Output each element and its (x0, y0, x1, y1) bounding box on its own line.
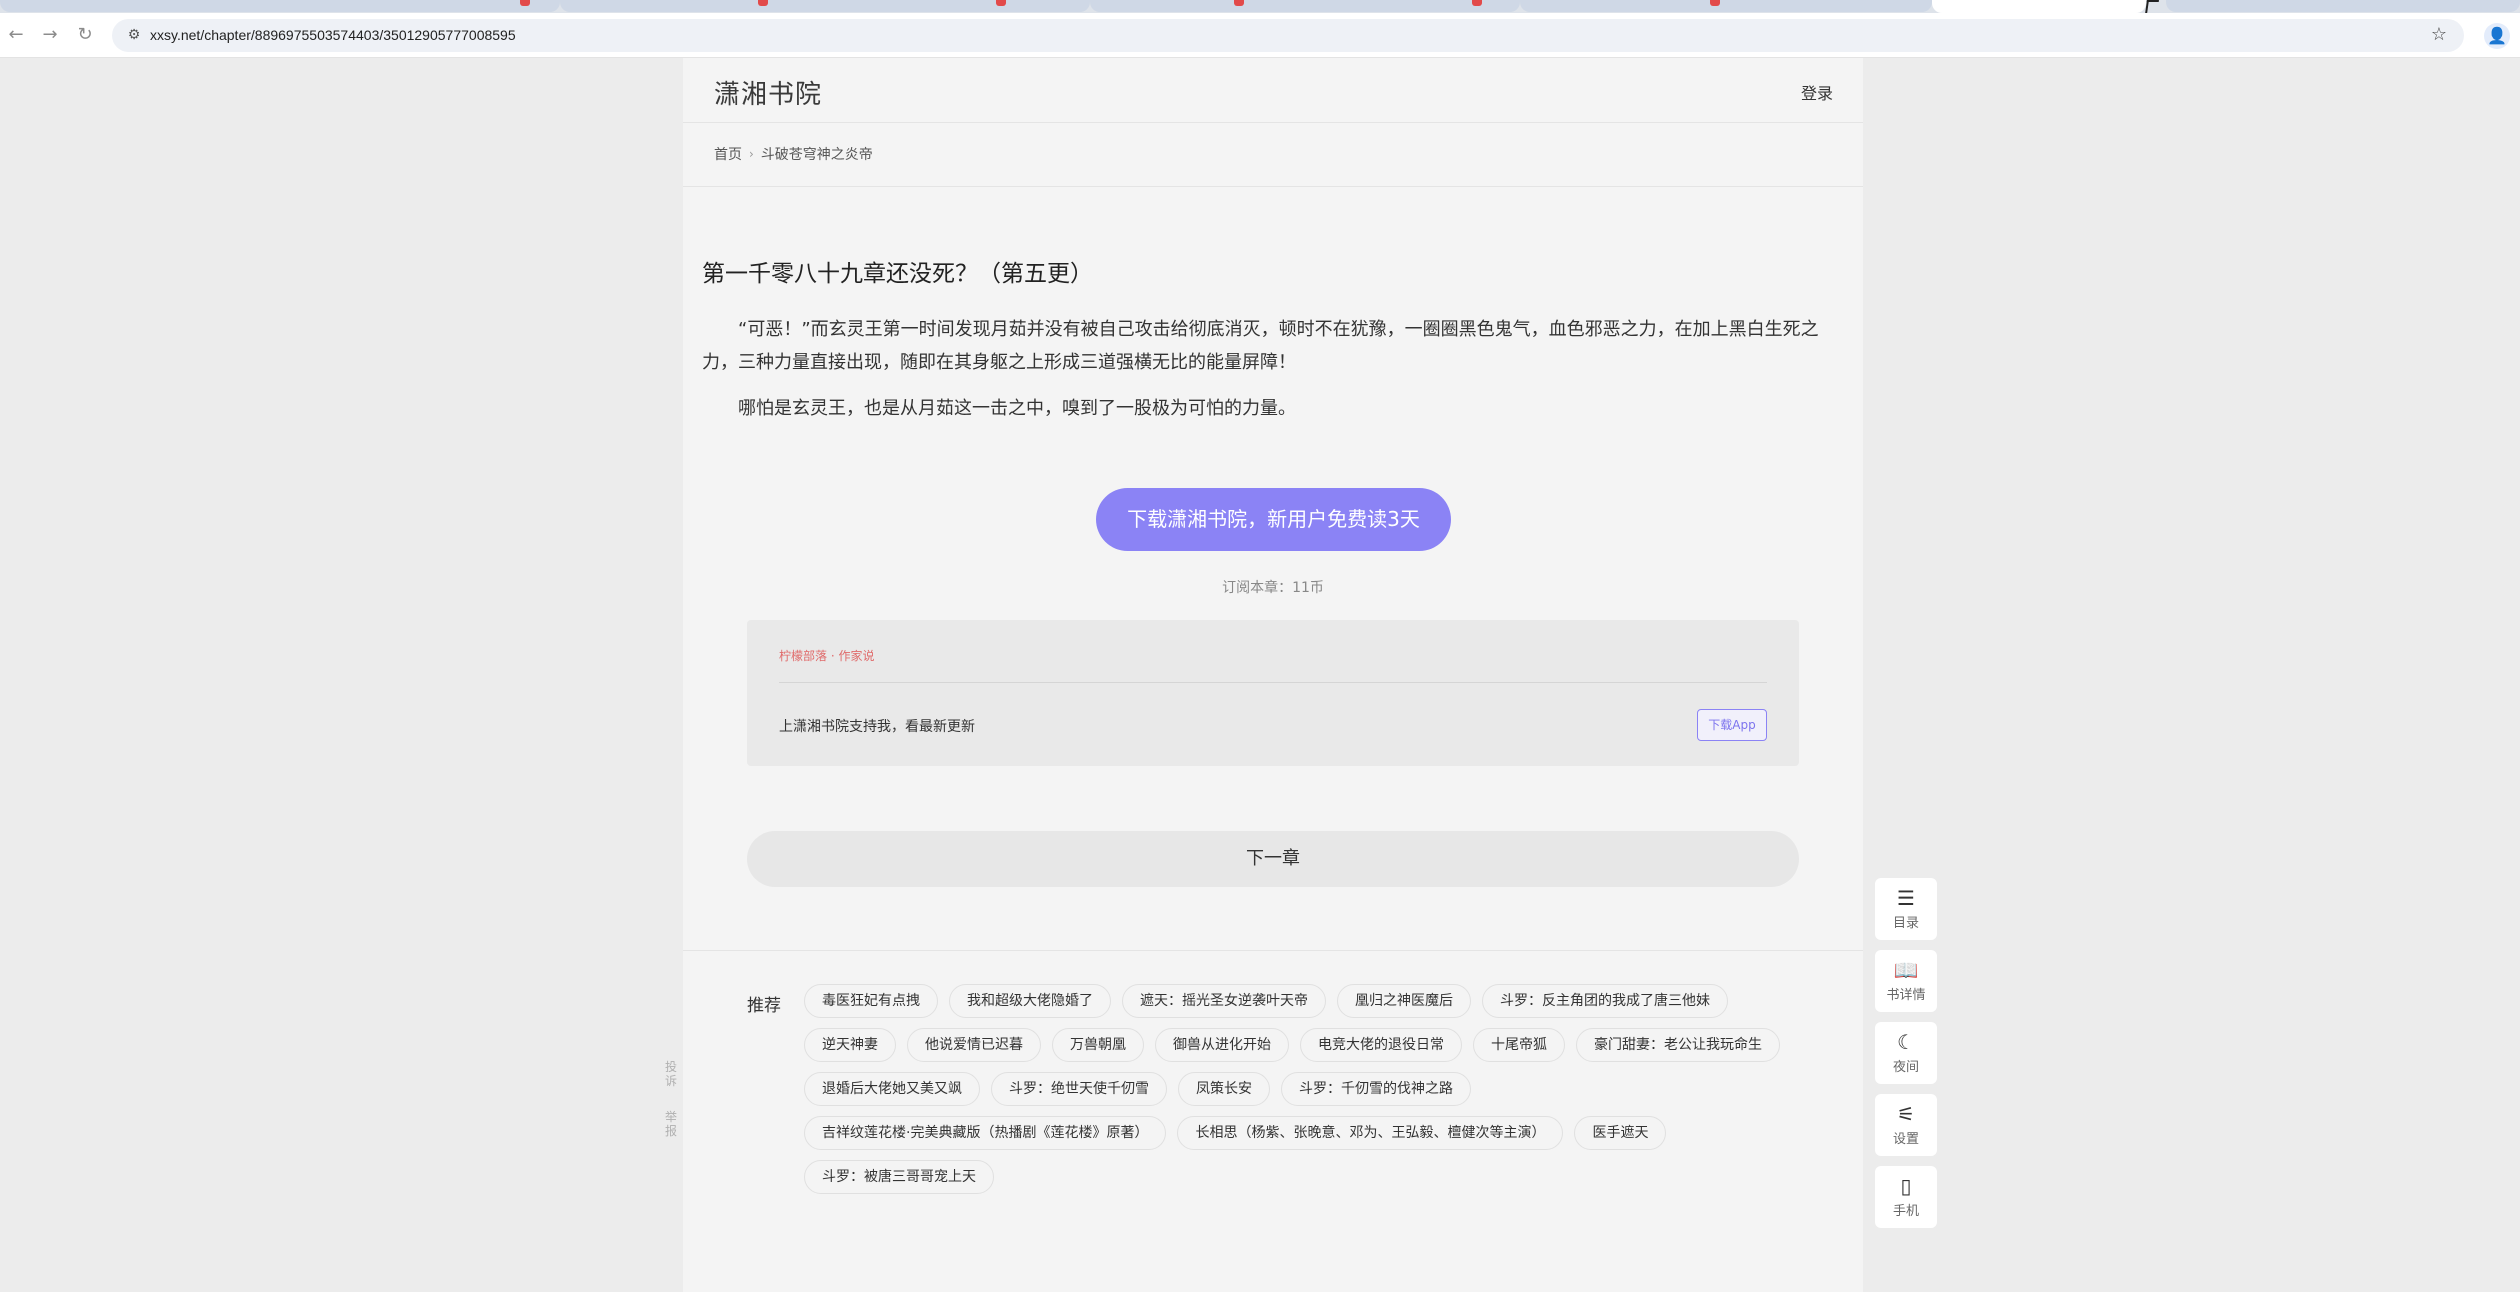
address-url[interactable]: xxsy.net/chapter/8896975503574403/350129… (150, 19, 516, 52)
tab-favicon (758, 0, 768, 6)
forward-icon[interactable]: → (38, 23, 62, 47)
recommend-tag[interactable]: 退婚后大佬她又美又飒 (804, 1072, 980, 1106)
download-app-button[interactable]: 下载App (1697, 709, 1767, 741)
feedback-link[interactable]: 投诉 (664, 1060, 678, 1088)
browser-tab-active[interactable] (1932, 0, 2146, 13)
browser-tab[interactable] (0, 0, 560, 12)
bookmark-star-icon[interactable]: ☆ (2428, 24, 2450, 46)
tab-favicon (996, 0, 1006, 6)
chapter-title: 第一千零八十九章还没死？（第五更） (702, 261, 1093, 287)
tab-favicon (520, 0, 530, 6)
recommend-tag[interactable]: 斗罗：反主角团的我成了唐三他妹 (1482, 984, 1728, 1018)
next-chapter-button[interactable]: 下一章 (747, 831, 1799, 887)
recommend-tag[interactable]: 豪门甜妻：老公让我玩命生 (1576, 1028, 1780, 1062)
site-settings-icon[interactable]: ⚙ (124, 25, 144, 45)
report-link[interactable]: 举报 (664, 1110, 678, 1138)
site-logo[interactable]: 潇湘书院 (714, 74, 822, 111)
browser-tabstrip (0, 0, 2520, 13)
recommend-tag[interactable]: 万兽朝凰 (1052, 1028, 1144, 1062)
recommend-tag[interactable]: 长相思（杨紫、张晚意、邓为、王弘毅、檀健次等主演） (1177, 1116, 1564, 1150)
recommend-tag[interactable]: 医手遮天 (1574, 1116, 1667, 1150)
toc-button[interactable]: ☰ 目录 (1875, 878, 1937, 940)
book-icon: 📖 (1893, 958, 1919, 982)
browser-tab[interactable] (2166, 0, 2520, 12)
site-header: 潇湘书院 登录 (683, 58, 1863, 123)
tab-favicon (1472, 0, 1482, 6)
chevron-right-icon: › (749, 147, 754, 161)
settings-label: 设置 (1892, 1132, 1919, 1147)
chapter-price: 订阅本章：11币 (1222, 580, 1324, 596)
moon-icon: ☾ (1897, 1030, 1915, 1054)
author-says-box: 柠檬部落 · 作家说 上潇湘书院支持我，看最新更新 下载App (747, 620, 1799, 766)
night-mode-label: 夜间 (1892, 1060, 1919, 1075)
recommend-list: 毒医狂妃有点拽 我和超级大佬隐婚了 遮天：摇光圣女逆袭叶天帝 凰归之神医魔后 斗罗：反主… (804, 984, 1804, 1194)
night-mode-button[interactable]: ☾ 夜间 (1875, 1022, 1937, 1084)
divider (683, 186, 1863, 187)
breadcrumb: 首页 › 斗破苍穹神之炎帝 (714, 144, 873, 164)
recommend-tag[interactable]: 遮天：摇光圣女逆袭叶天帝 (1122, 984, 1326, 1018)
chapter-paragraph: 哪怕是玄灵王，也是从月茹这一击之中，嗅到了一股极为可怕的力量。 (738, 398, 1296, 419)
download-app-cta-button[interactable]: 下载潇湘书院，新用户免费读3天 (1096, 488, 1451, 551)
author-name: 柠檬部落 · 作家说 (779, 649, 875, 663)
phone-icon: ▯ (1900, 1174, 1912, 1198)
toc-label: 目录 (1892, 916, 1919, 931)
tab-favicon (1710, 0, 1720, 6)
recommend-tag[interactable]: 凰归之神医魔后 (1337, 984, 1471, 1018)
recommend-tag[interactable]: 斗罗：绝世天使千仞雪 (991, 1072, 1167, 1106)
tab-favicon (1234, 0, 1244, 6)
address-bar[interactable]: ⚙ xxsy.net/chapter/8896975503574403/3501… (112, 19, 2464, 52)
recommend-tag[interactable]: 十尾帝狐 (1473, 1028, 1565, 1062)
browser-tab[interactable] (1090, 0, 1520, 12)
book-detail-label: 书详情 (1886, 988, 1926, 1003)
breadcrumb-book[interactable]: 斗破苍穹神之炎帝 (761, 144, 873, 164)
profile-avatar-icon[interactable]: 👤 (2484, 23, 2510, 49)
recommend-tag[interactable]: 斗罗：被唐三哥哥宠上天 (804, 1160, 994, 1194)
recommend-tag[interactable]: 逆天神妻 (804, 1028, 896, 1062)
recommend-tag[interactable]: 他说爱情已迟暮 (907, 1028, 1041, 1062)
recommend-label: 推荐 (747, 996, 781, 1016)
list-icon: ☰ (1897, 886, 1915, 910)
mouse-cursor (2145, 0, 2159, 14)
back-icon[interactable]: ← (4, 23, 28, 47)
recommend-tag[interactable]: 我和超级大佬隐婚了 (949, 984, 1111, 1018)
divider (683, 950, 1863, 951)
breadcrumb-home[interactable]: 首页 (714, 144, 742, 164)
login-link[interactable]: 登录 (1801, 80, 1833, 104)
recommend-tag[interactable]: 御兽从进化开始 (1155, 1028, 1289, 1062)
sliders-icon: ⚟ (1897, 1102, 1915, 1126)
recommend-tag[interactable]: 电竞大佬的退役日常 (1300, 1028, 1462, 1062)
recommend-tag[interactable]: 凤策长安 (1178, 1072, 1270, 1106)
recommend-tag[interactable]: 吉祥纹莲花楼·完美典藏版（热播剧《莲花楼》原著） (804, 1116, 1167, 1150)
recommend-tag[interactable]: 斗罗：千仞雪的伐神之路 (1281, 1072, 1471, 1106)
author-message: 上潇湘书院支持我，看最新更新 (779, 719, 975, 735)
book-detail-button[interactable]: 📖 书详情 (1875, 950, 1937, 1012)
browser-tab[interactable] (1520, 0, 1932, 12)
divider (779, 682, 1767, 683)
mobile-label: 手机 (1892, 1204, 1919, 1219)
reload-icon[interactable]: ↻ (73, 23, 97, 47)
settings-button[interactable]: ⚟ 设置 (1875, 1094, 1937, 1156)
reader-page: 潇湘书院 登录 首页 › 斗破苍穹神之炎帝 第一千零八十九章还没死？（第五更） … (683, 58, 1863, 1292)
browser-tab[interactable] (560, 0, 1090, 12)
browser-toolbar: ← → ↻ ⚙ xxsy.net/chapter/889697550357440… (0, 13, 2520, 58)
chapter-paragraph: “可恶！”而玄灵王第一时间发现月茹并没有被自己攻击给彻底消灭，顿时不在犹豫，一圈… (702, 319, 1819, 373)
recommend-tag[interactable]: 毒医狂妃有点拽 (804, 984, 938, 1018)
mobile-button[interactable]: ▯ 手机 (1875, 1166, 1937, 1228)
